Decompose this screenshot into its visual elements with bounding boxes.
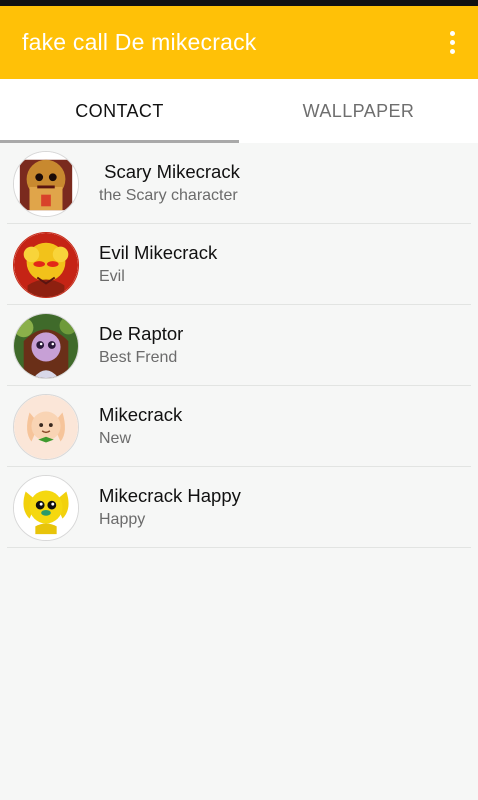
contact-name: De Raptor [99,323,184,344]
contact-name: Mikecrack Happy [99,485,241,506]
happy-mikecrack-avatar-icon [13,474,79,541]
contact-subtitle: Happy [99,511,146,528]
mikecrack-avatar-icon [13,393,79,460]
tab-bar: CONTACT WALLPAPER [0,79,478,143]
contact-subtitle: the Scary character [99,187,238,204]
contact-item-mikecrack[interactable]: Mikecrack New [0,386,478,467]
contact-name: Mikecrack [99,404,183,425]
contact-item-de-raptor[interactable]: De Raptor Best Frend [0,305,478,386]
contact-name: Evil Mikecrack [99,242,218,263]
scary-mikecrack-avatar-icon [13,150,79,217]
app-title: fake call De mikecrack [22,29,257,55]
raptor-avatar-icon [13,312,79,379]
contact-item-mikecrack-happy[interactable]: Mikecrack Happy Happy [0,467,478,548]
more-vert-icon[interactable] [440,28,464,58]
contact-name: Scary Mikecrack [99,161,240,182]
contact-subtitle: Evil [99,268,125,285]
evil-mikecrack-avatar-icon [13,231,79,298]
contact-item-scary-mikecrack[interactable]: Scary Mikecrack the Scary character [0,143,478,224]
app-bar: fake call De mikecrack [0,6,478,79]
tab-contact[interactable]: CONTACT [0,79,239,143]
contact-subtitle: New [99,430,132,447]
tab-wallpaper[interactable]: WALLPAPER [239,79,478,143]
contact-subtitle: Best Frend [99,349,178,366]
contact-item-evil-mikecrack[interactable]: Evil Mikecrack Evil [0,224,478,305]
contact-list: Scary Mikecrack the Scary character Evil… [0,143,478,548]
